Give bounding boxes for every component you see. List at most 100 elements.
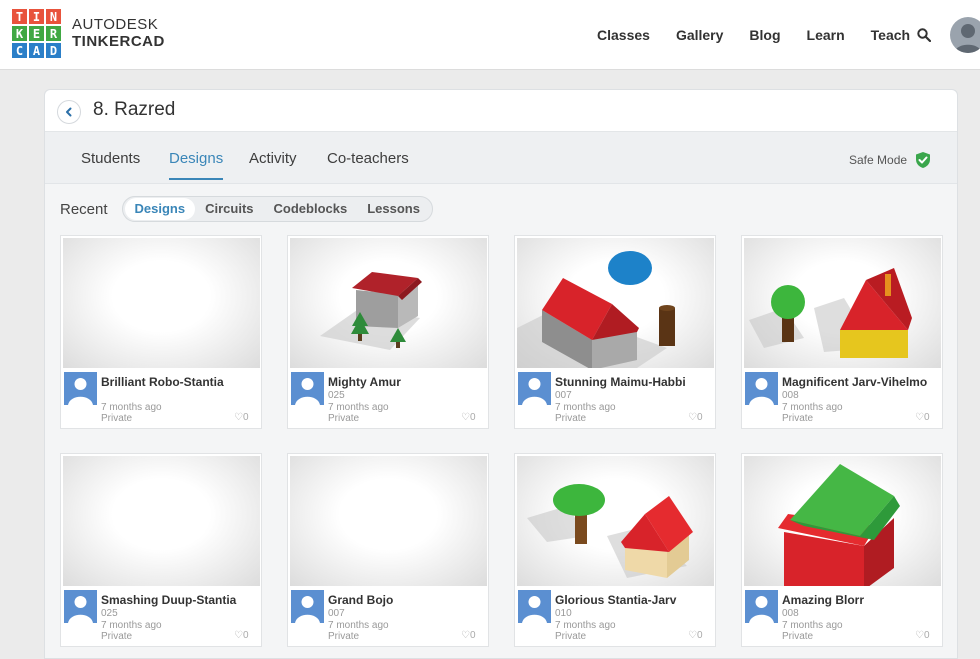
class-title: 8. Razred xyxy=(93,99,176,120)
like-count[interactable]: ♡0 xyxy=(915,630,930,641)
tab-students[interactable]: Students xyxy=(81,150,140,178)
design-name[interactable]: Grand Bojo xyxy=(328,593,393,607)
safe-mode-label: Safe Mode xyxy=(849,153,908,167)
design-card[interactable]: Brilliant Robo-Stantia 7 months ago Priv… xyxy=(60,235,262,429)
top-navigation: T I N K E R C A D AUTODESK TINKERCAD Cla… xyxy=(0,0,980,70)
like-count[interactable]: ♡0 xyxy=(461,412,476,423)
nav-blog[interactable]: Blog xyxy=(749,27,780,43)
nav-classes[interactable]: Classes xyxy=(597,27,650,43)
search-icon[interactable] xyxy=(917,28,931,42)
user-silhouette-icon xyxy=(295,378,320,405)
design-card[interactable]: Smashing Duup-Stantia 025 7 months ago P… xyxy=(60,453,262,647)
design-thumbnail[interactable] xyxy=(744,456,941,586)
design-time: 7 months ago xyxy=(101,402,162,413)
design-name[interactable]: Magnificent Jarv-Vihelmo xyxy=(782,375,927,389)
design-thumbnail[interactable] xyxy=(517,238,714,368)
design-code: 007 xyxy=(328,608,345,619)
like-count[interactable]: ♡0 xyxy=(915,412,930,423)
design-thumbnail[interactable] xyxy=(744,238,941,368)
design-thumbnail[interactable] xyxy=(63,238,260,368)
design-privacy: Private xyxy=(782,631,814,642)
safe-mode-toggle[interactable]: Safe Mode xyxy=(849,151,931,169)
like-count[interactable]: ♡0 xyxy=(234,412,249,423)
user-silhouette-icon xyxy=(749,596,774,623)
logo-letter: E xyxy=(29,26,44,41)
design-time: 7 months ago xyxy=(101,620,162,631)
user-silhouette-icon xyxy=(295,596,320,623)
like-count[interactable]: ♡0 xyxy=(234,630,249,641)
house-model-image xyxy=(778,464,900,586)
design-name[interactable]: Smashing Duup-Stantia xyxy=(101,593,236,607)
creator-avatar xyxy=(291,590,324,623)
user-silhouette-icon xyxy=(749,378,774,405)
recent-label: Recent xyxy=(60,200,108,218)
design-card[interactable]: Glorious Stantia-Jarv 010 7 months ago P… xyxy=(514,453,716,647)
heart-icon: ♡ xyxy=(915,412,924,423)
design-name[interactable]: Stunning Maimu-Habbi xyxy=(555,375,686,389)
design-card[interactable]: Mighty Amur 025 7 months ago Private ♡0 xyxy=(287,235,489,429)
design-thumbnail[interactable] xyxy=(290,238,487,368)
design-card[interactable]: Amazing Blorr 008 7 months ago Private ♡… xyxy=(741,453,943,647)
like-number: 0 xyxy=(242,630,249,641)
chevron-left-icon xyxy=(66,107,72,117)
design-time: 7 months ago xyxy=(555,402,616,413)
tab-activity[interactable]: Activity xyxy=(249,150,297,178)
shield-check-icon xyxy=(916,152,931,168)
brand-tinkercad: TINKERCAD xyxy=(72,33,165,50)
user-avatar[interactable] xyxy=(950,17,980,53)
filter-lessons[interactable]: Lessons xyxy=(357,198,430,220)
house-model-image xyxy=(320,272,422,350)
design-privacy: Private xyxy=(328,631,360,642)
creator-avatar xyxy=(291,372,324,405)
brand-autodesk: AUTODESK xyxy=(72,16,159,33)
filter-designs[interactable]: Designs xyxy=(124,198,196,220)
like-count[interactable]: ♡0 xyxy=(688,412,703,423)
heart-icon: ♡ xyxy=(461,412,470,423)
design-name[interactable]: Amazing Blorr xyxy=(782,593,864,607)
design-code: 007 xyxy=(555,390,572,401)
like-count[interactable]: ♡0 xyxy=(688,630,703,641)
filter-circuits[interactable]: Circuits xyxy=(195,198,263,220)
class-header: 8. Razred xyxy=(45,90,957,132)
design-privacy: Private xyxy=(555,631,587,642)
tinkercad-logo[interactable]: T I N K E R C A D xyxy=(12,9,63,60)
design-time: 7 months ago xyxy=(328,402,389,413)
house-model-image xyxy=(749,268,912,358)
nav-gallery[interactable]: Gallery xyxy=(676,27,723,43)
back-button[interactable] xyxy=(57,100,81,124)
design-name[interactable]: Glorious Stantia-Jarv xyxy=(555,593,676,607)
design-thumbnail[interactable] xyxy=(63,456,260,586)
creator-avatar xyxy=(745,372,778,405)
like-number: 0 xyxy=(242,412,249,423)
design-thumbnail[interactable] xyxy=(517,456,714,586)
filter-codeblocks[interactable]: Codeblocks xyxy=(264,198,358,220)
heart-icon: ♡ xyxy=(915,630,924,641)
logo-letter: D xyxy=(46,43,61,58)
user-silhouette-icon xyxy=(954,24,980,53)
design-time: 7 months ago xyxy=(328,620,389,631)
creator-avatar xyxy=(64,590,97,623)
design-time: 7 months ago xyxy=(782,402,843,413)
house-model-image xyxy=(527,484,693,578)
tab-designs[interactable]: Designs xyxy=(169,150,224,180)
design-card[interactable]: Grand Bojo 007 7 months ago Private ♡0 xyxy=(287,453,489,647)
design-name[interactable]: Mighty Amur xyxy=(328,375,401,389)
brand-wordmark[interactable]: AUTODESK TINKERCAD xyxy=(72,16,165,50)
tab-co-teachers[interactable]: Co-teachers xyxy=(327,150,409,178)
design-privacy: Private xyxy=(101,413,133,424)
design-privacy: Private xyxy=(328,413,360,424)
design-code: 010 xyxy=(555,608,572,619)
design-card[interactable]: Stunning Maimu-Habbi 007 7 months ago Pr… xyxy=(514,235,716,429)
user-silhouette-icon xyxy=(68,596,93,623)
creator-avatar xyxy=(518,372,551,405)
nav-teach[interactable]: Teach xyxy=(871,27,910,43)
design-card[interactable]: Magnificent Jarv-Vihelmo 008 7 months ag… xyxy=(741,235,943,429)
like-number: 0 xyxy=(469,630,476,641)
design-name[interactable]: Brilliant Robo-Stantia xyxy=(101,375,224,389)
nav-learn[interactable]: Learn xyxy=(807,27,845,43)
design-thumbnail[interactable] xyxy=(290,456,487,586)
user-silhouette-icon xyxy=(522,596,547,623)
main-nav: Classes Gallery Blog Learn Teach xyxy=(597,0,936,70)
design-privacy: Private xyxy=(101,631,133,642)
like-count[interactable]: ♡0 xyxy=(461,630,476,641)
